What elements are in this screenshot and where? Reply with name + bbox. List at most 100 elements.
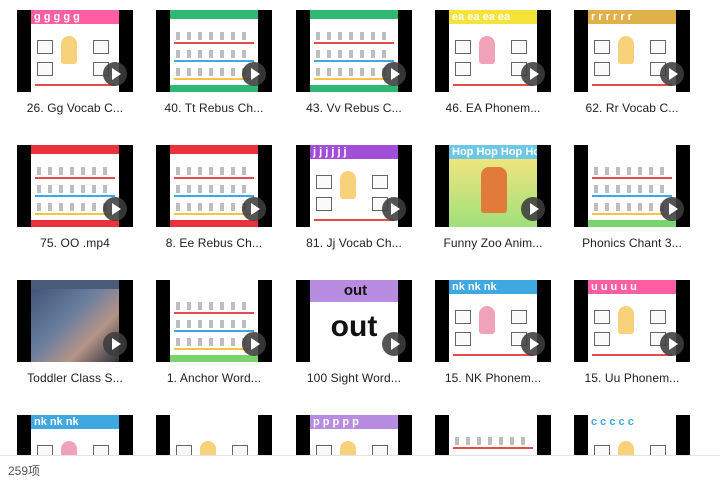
play-icon[interactable] bbox=[660, 197, 684, 221]
thumbnail-banner: u u u u u bbox=[588, 280, 676, 294]
file-name-label[interactable]: Toddler Class S... bbox=[7, 371, 143, 385]
thumbnail-banner: r r r r r r bbox=[588, 10, 676, 24]
video-thumbnail[interactable]: p p p p p bbox=[296, 415, 412, 455]
baseline bbox=[35, 84, 115, 86]
rule-line bbox=[35, 195, 115, 197]
picture-card bbox=[650, 445, 666, 455]
baseline bbox=[453, 354, 533, 356]
rebus-row bbox=[176, 185, 252, 193]
play-icon[interactable] bbox=[242, 62, 266, 86]
video-thumbnail[interactable] bbox=[17, 145, 133, 227]
file-name-label[interactable]: 62. Rr Vocab C... bbox=[564, 101, 700, 115]
play-icon[interactable] bbox=[382, 332, 406, 356]
play-icon[interactable] bbox=[521, 197, 545, 221]
picture-card bbox=[372, 445, 388, 455]
rebus-row bbox=[37, 185, 113, 193]
video-thumbnail[interactable]: u u u u u bbox=[574, 280, 690, 362]
play-icon[interactable] bbox=[103, 62, 127, 86]
baseline bbox=[314, 219, 394, 221]
rebus-row bbox=[176, 50, 252, 58]
cartoon-figure bbox=[618, 36, 634, 64]
picture-card bbox=[594, 62, 610, 76]
video-thumbnail[interactable]: out out bbox=[296, 280, 412, 362]
thumbnail-banner: out bbox=[310, 280, 398, 302]
rule-line bbox=[592, 177, 672, 179]
file-name-label[interactable]: 43. Vv Rebus C... bbox=[286, 101, 422, 115]
thumbnail-banner: Hop Hop Hop Hop bbox=[449, 145, 537, 159]
file-name-label[interactable]: 40. Tt Rebus Ch... bbox=[146, 101, 282, 115]
rebus-row bbox=[37, 203, 113, 211]
file-name-label[interactable]: 8. Ee Rebus Ch... bbox=[146, 236, 282, 250]
picture-card bbox=[650, 310, 666, 324]
rebus-row bbox=[176, 302, 252, 310]
video-thumbnail[interactable]: j j j j j j bbox=[296, 145, 412, 227]
play-icon[interactable] bbox=[103, 197, 127, 221]
play-icon[interactable] bbox=[242, 332, 266, 356]
file-name-label[interactable]: 26. Gg Vocab C... bbox=[7, 101, 143, 115]
thumbnail-banner: c c c c c bbox=[588, 415, 676, 429]
cartoon-figure bbox=[340, 441, 356, 455]
video-thumbnail[interactable]: r r r r r r bbox=[574, 10, 690, 92]
video-thumbnail[interactable] bbox=[574, 145, 690, 227]
video-thumbnail[interactable]: nk nk nk bbox=[17, 415, 133, 455]
play-icon[interactable] bbox=[103, 332, 127, 356]
rule-line bbox=[314, 60, 394, 62]
file-name-label[interactable]: 15. NK Phonem... bbox=[425, 371, 561, 385]
file-name-label[interactable]: 1. Anchor Word... bbox=[146, 371, 282, 385]
rule-line bbox=[453, 447, 533, 449]
rule-line bbox=[592, 195, 672, 197]
thumbnail-footer bbox=[170, 85, 258, 92]
picture-card bbox=[594, 332, 610, 346]
file-name-label[interactable]: 81. Jj Vocab Ch... bbox=[286, 236, 422, 250]
file-name-label[interactable]: 100 Sight Word... bbox=[286, 371, 422, 385]
file-name-label[interactable]: 15. Uu Phonem... bbox=[564, 371, 700, 385]
play-icon[interactable] bbox=[382, 62, 406, 86]
thumbnail-footer bbox=[310, 85, 398, 92]
rebus-row bbox=[176, 203, 252, 211]
picture-card bbox=[232, 445, 248, 455]
file-name-label[interactable]: 75. OO .mp4 bbox=[7, 236, 143, 250]
video-thumbnail[interactable] bbox=[156, 145, 272, 227]
status-bar: 259项 bbox=[0, 455, 720, 483]
video-thumbnail[interactable]: nk nk nk bbox=[435, 280, 551, 362]
rule-line bbox=[314, 42, 394, 44]
video-thumbnail[interactable]: g g g g g bbox=[17, 10, 133, 92]
video-thumbnail[interactable] bbox=[156, 280, 272, 362]
baseline bbox=[592, 84, 672, 86]
video-thumbnail[interactable]: Hop Hop Hop Hop bbox=[435, 145, 551, 227]
play-icon[interactable] bbox=[242, 197, 266, 221]
file-grid: g g g g g 26. Gg Vocab C... 40. Tt Rebus C… bbox=[0, 0, 720, 455]
play-icon[interactable] bbox=[521, 332, 545, 356]
cartoon-figure bbox=[479, 36, 495, 64]
file-name-label[interactable]: 46. EA Phonem... bbox=[425, 101, 561, 115]
thumbnail-banner bbox=[170, 10, 258, 19]
picture-card bbox=[455, 332, 471, 346]
rebus-row bbox=[176, 32, 252, 40]
video-thumbnail[interactable]: c c c c c bbox=[574, 415, 690, 455]
picture-card bbox=[316, 197, 332, 211]
play-icon[interactable] bbox=[660, 332, 684, 356]
file-name-label[interactable]: Phonics Chant 3... bbox=[564, 236, 700, 250]
video-thumbnail[interactable] bbox=[156, 415, 272, 455]
video-thumbnail[interactable] bbox=[296, 10, 412, 92]
play-icon[interactable] bbox=[382, 197, 406, 221]
rule-line bbox=[174, 60, 254, 62]
cartoon-figure bbox=[340, 171, 356, 199]
file-name-label[interactable]: Funny Zoo Anim... bbox=[425, 236, 561, 250]
picture-card bbox=[455, 40, 471, 54]
rule-line bbox=[174, 330, 254, 332]
video-thumbnail[interactable] bbox=[17, 280, 133, 362]
video-thumbnail[interactable] bbox=[156, 10, 272, 92]
thumbnail-banner: ea ea ea ea bbox=[449, 10, 537, 24]
play-icon[interactable] bbox=[660, 62, 684, 86]
picture-card bbox=[650, 40, 666, 54]
video-thumbnail[interactable] bbox=[435, 415, 551, 455]
thumbnail-frame: p p p p p bbox=[310, 415, 398, 455]
video-thumbnail[interactable]: ea ea ea ea bbox=[435, 10, 551, 92]
thumbnail-banner bbox=[588, 145, 676, 154]
play-icon[interactable] bbox=[521, 62, 545, 86]
rebus-row bbox=[594, 167, 670, 175]
cartoon-figure bbox=[618, 306, 634, 334]
picture-card bbox=[455, 62, 471, 76]
item-count: 259项 bbox=[8, 464, 41, 478]
